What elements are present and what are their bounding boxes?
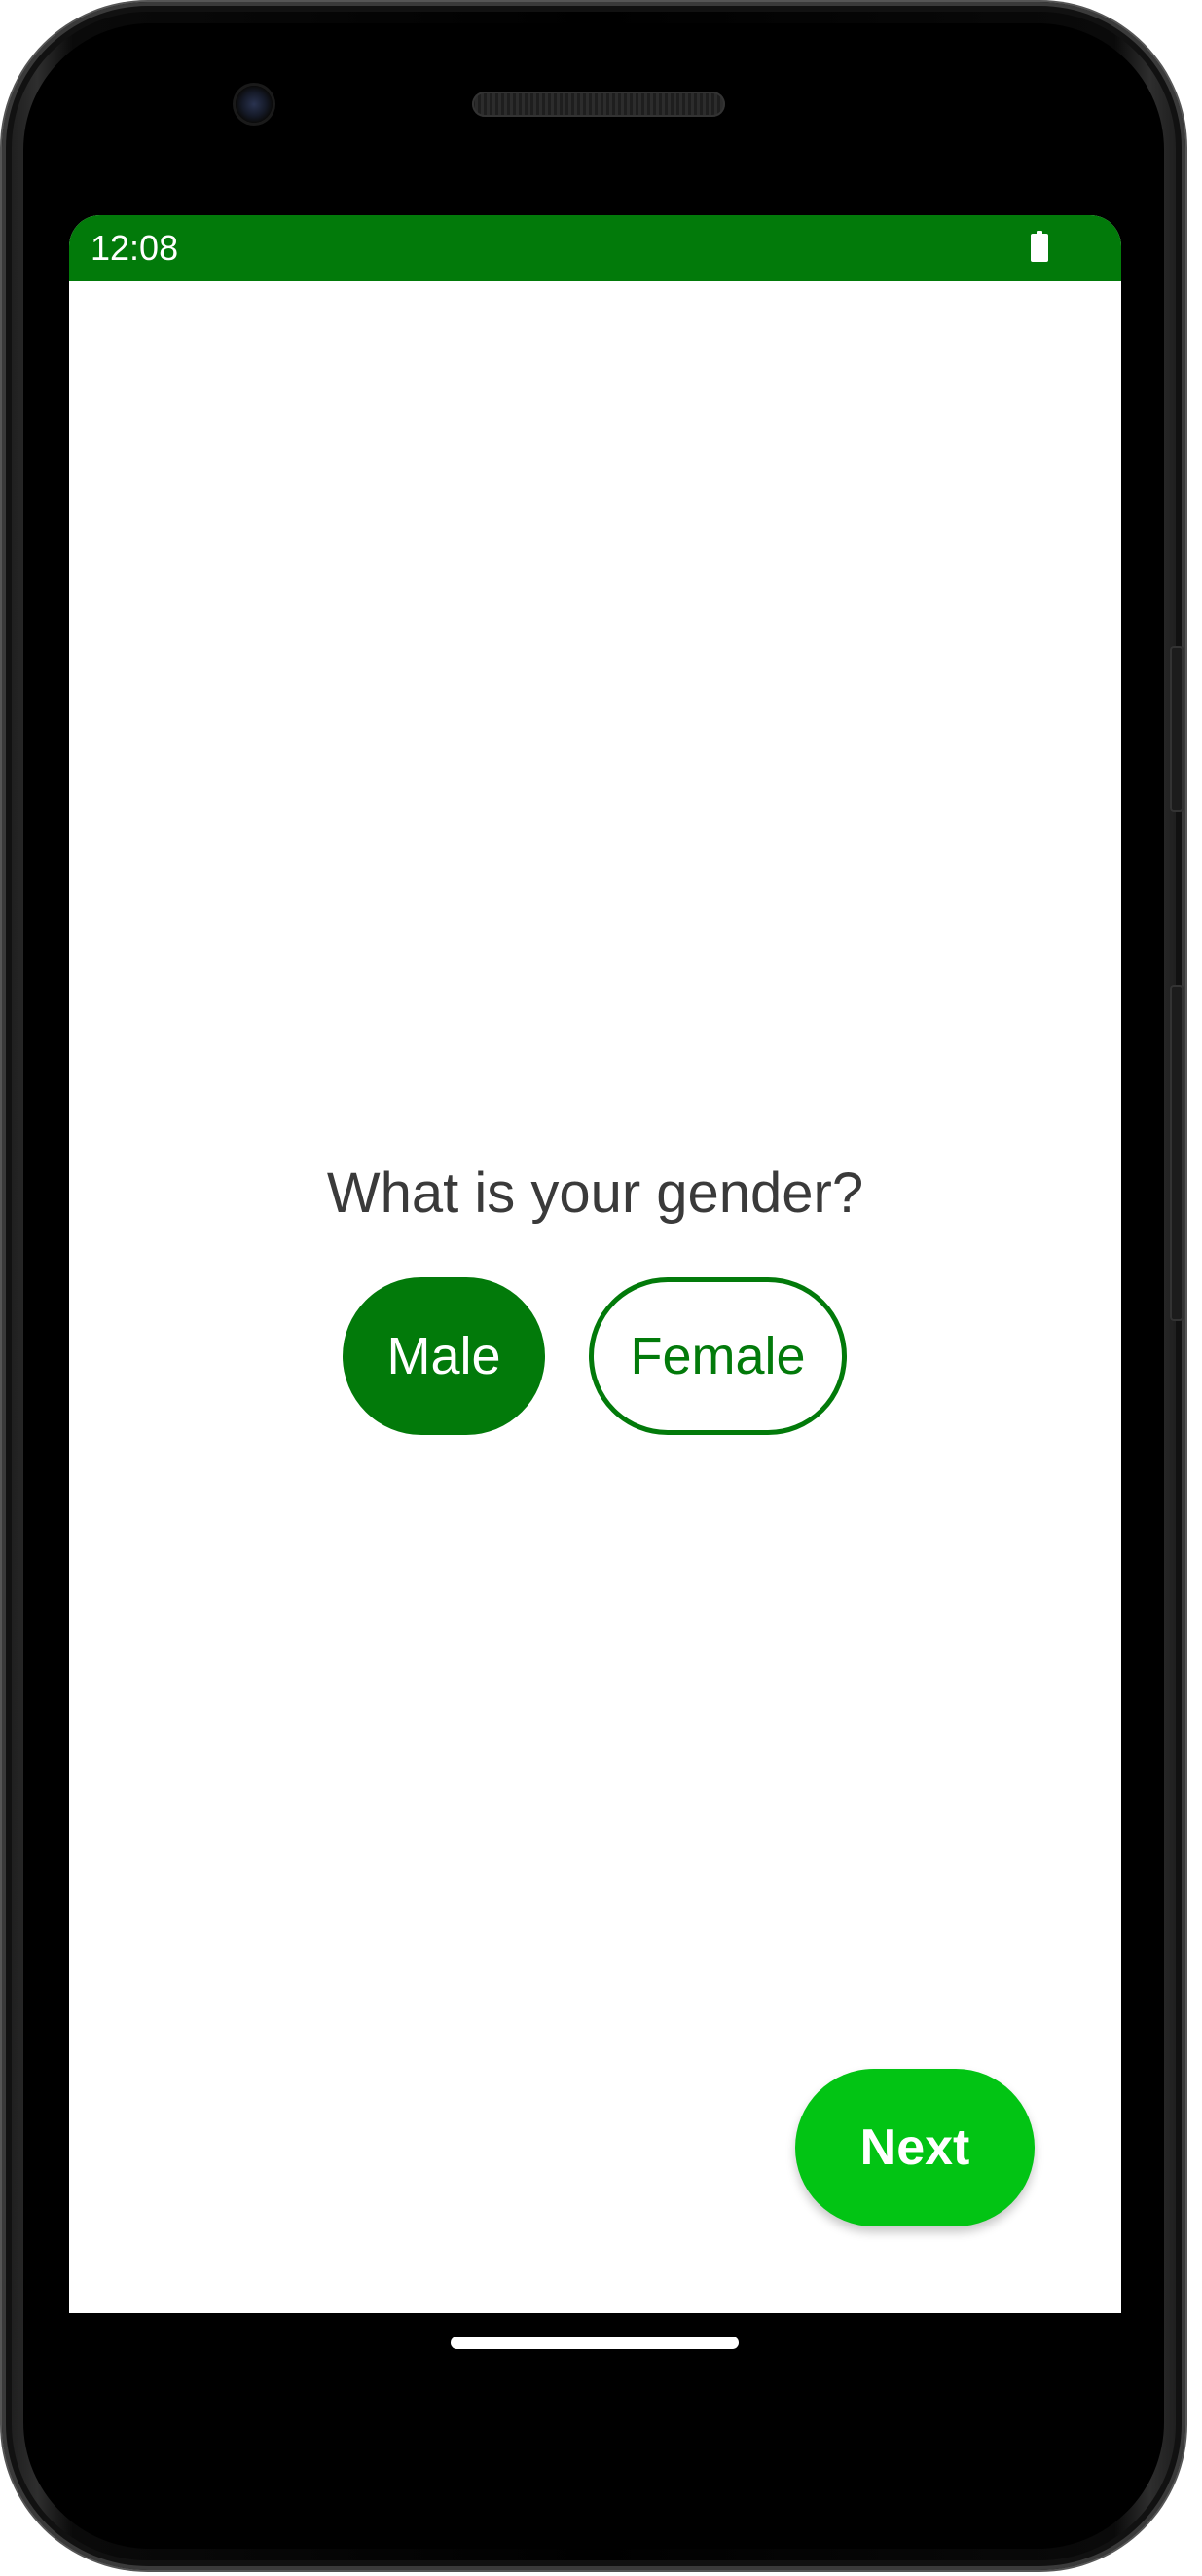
next-button[interactable]: Next [795, 2069, 1035, 2226]
home-indicator[interactable] [451, 2337, 739, 2349]
status-bar: 12:08 [69, 215, 1121, 281]
battery-icon [1031, 231, 1048, 262]
phone-device-frame: 12:08 What is your gender? Male Female N… [2, 2, 1185, 2570]
power-button [1170, 646, 1184, 812]
status-time: 12:08 [91, 228, 179, 268]
app-screen: 12:08 What is your gender? Male Female N… [69, 215, 1121, 2313]
volume-button [1170, 985, 1184, 1321]
male-option-button[interactable]: Male [343, 1277, 545, 1435]
earpiece-speaker [472, 92, 725, 117]
question-title: What is your gender? [326, 1161, 864, 1225]
female-option-button[interactable]: Female [589, 1277, 847, 1435]
front-camera [236, 86, 273, 123]
